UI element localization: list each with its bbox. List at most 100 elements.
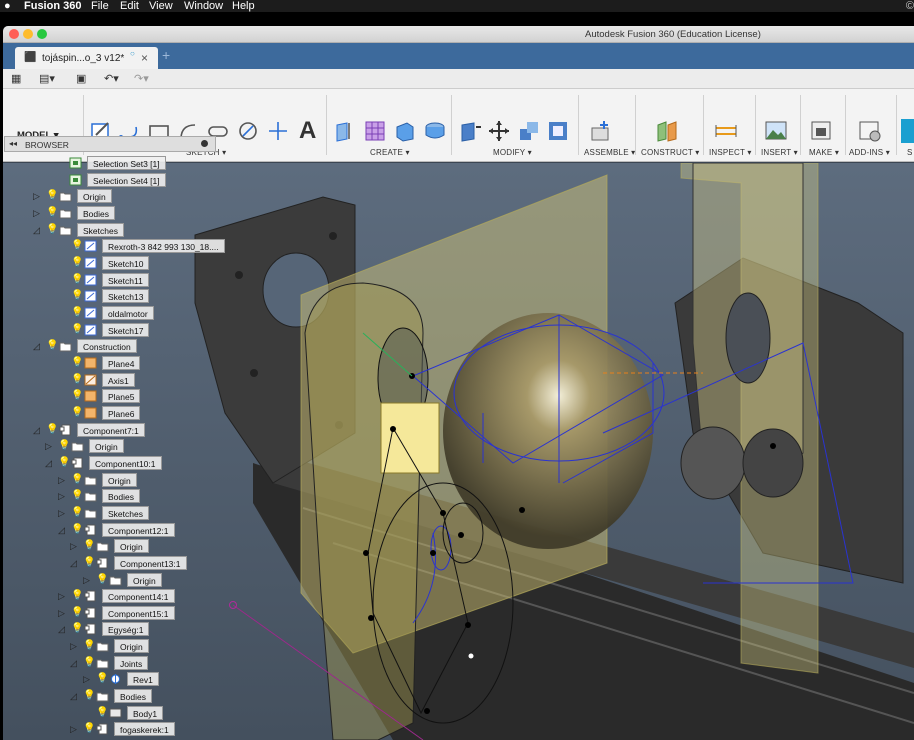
collapse-toggle-icon[interactable]: ◿ [70,657,80,669]
menu-file[interactable]: File [91,0,109,12]
inspect-group-label[interactable]: INSPECT ▾ [709,148,752,157]
circle-icon[interactable] [236,119,260,143]
visibility-bulb-icon[interactable]: 💡 [83,640,95,652]
pattern-icon[interactable] [363,119,387,143]
visibility-bulb-icon[interactable]: 💡 [71,307,83,319]
visibility-bulb-icon[interactable]: 💡 [71,390,83,402]
select-group-label[interactable]: S [907,148,913,157]
visibility-bulb-icon[interactable]: 💡 [46,207,58,219]
construct-group-label[interactable]: CONSTRUCT ▾ [641,148,700,157]
expand-toggle-icon[interactable]: ▷ [58,590,68,602]
browser-panel-header[interactable]: ◂◂ BROWSER [4,136,216,152]
visibility-bulb-icon[interactable]: 💡 [46,340,58,352]
tab-close-button[interactable]: × [141,51,148,65]
visibility-bulb-icon[interactable]: 💡 [71,290,83,302]
expand-toggle-icon[interactable]: ▷ [70,723,80,735]
menu-edit[interactable]: Edit [120,0,139,12]
make-group-label[interactable]: MAKE ▾ [809,148,839,157]
new-tab-button[interactable]: + [162,47,170,63]
menu-app[interactable]: Fusion 360 [24,0,81,12]
visibility-bulb-icon[interactable]: 💡 [83,690,95,702]
3d-print-icon[interactable] [809,119,833,143]
expand-toggle-icon[interactable]: ▷ [33,207,43,219]
insert-image-icon[interactable] [764,119,788,143]
visibility-bulb-icon[interactable]: 💡 [71,324,83,336]
expand-toggle-icon[interactable]: ▷ [58,474,68,486]
visibility-bulb-icon[interactable]: 💡 [58,457,70,469]
move-icon[interactable] [487,119,511,143]
collapse-toggle-icon[interactable]: ◿ [58,524,68,536]
modify-group-label[interactable]: MODIFY ▾ [493,148,532,157]
visibility-bulb-icon[interactable]: 💡 [71,590,83,602]
collapse-toggle-icon[interactable]: ◿ [70,557,80,569]
collapse-toggle-icon[interactable]: ◿ [33,224,43,236]
undo-icon[interactable]: ↶▾ [104,72,119,85]
collapse-toggle-icon[interactable]: ◿ [70,690,80,702]
visibility-bulb-icon[interactable]: 💡 [46,224,58,236]
visibility-bulb-icon[interactable]: 💡 [46,190,58,202]
scripts-icon[interactable] [858,119,882,143]
file-menu-icon[interactable]: ▤▾ [39,72,55,85]
visibility-bulb-icon[interactable]: 💡 [71,407,83,419]
expand-toggle-icon[interactable]: ▷ [45,440,55,452]
cylinder-icon[interactable] [423,119,447,143]
visibility-bulb-icon[interactable]: 💡 [96,673,108,685]
assemble-group-label[interactable]: ASSEMBLE ▾ [584,148,635,157]
expand-toggle-icon[interactable]: ▷ [58,490,68,502]
collapse-toggle-icon[interactable]: ◿ [45,457,55,469]
add-ins-group-label[interactable]: ADD-INS ▾ [849,148,890,157]
visibility-bulb-icon[interactable]: 💡 [83,540,95,552]
collapse-toggle-icon[interactable]: ◿ [58,623,68,635]
data-panel-grid-icon[interactable]: ▦ [11,72,21,85]
shell-icon[interactable] [546,119,570,143]
visibility-bulb-icon[interactable]: 💡 [71,374,83,386]
menu-window[interactable]: Window [184,0,223,12]
visibility-bulb-icon[interactable]: 💡 [58,440,70,452]
zoom-window-button[interactable] [37,29,47,39]
visibility-bulb-icon[interactable]: 💡 [83,557,95,569]
select-tool-button[interactable] [901,119,914,143]
visibility-bulb-icon[interactable]: 💡 [71,357,83,369]
collapse-browser-icon[interactable]: ◂◂ [9,139,17,148]
visibility-bulb-icon[interactable]: 💡 [71,524,83,536]
visibility-bulb-icon[interactable]: 💡 [96,707,108,719]
visibility-bulb-icon[interactable]: 💡 [71,490,83,502]
create-group-label[interactable]: CREATE ▾ [370,148,410,157]
menu-view[interactable]: View [149,0,173,12]
offset-plane-icon[interactable] [655,119,679,143]
expand-toggle-icon[interactable]: ▷ [70,540,80,552]
visibility-bulb-icon[interactable]: 💡 [83,657,95,669]
press-pull-icon[interactable] [458,119,482,143]
measure-icon[interactable] [714,119,738,143]
extrude-icon[interactable] [333,119,357,143]
document-tab[interactable]: ⬛ tojáspin...o_3 v12* ○ × [15,47,158,69]
text-tool-icon[interactable]: A [299,117,323,144]
apple-icon[interactable]: ● [4,0,11,12]
collapse-toggle-icon[interactable]: ◿ [33,340,43,352]
save-icon[interactable]: ▣ [76,72,86,85]
visibility-bulb-icon[interactable]: 💡 [71,623,83,635]
visibility-bulb-icon[interactable]: 💡 [71,507,83,519]
visibility-bulb-icon[interactable]: 💡 [83,723,95,735]
align-icon[interactable] [517,119,541,143]
sketch-point-selected[interactable] [468,653,474,659]
expand-toggle-icon[interactable]: ▷ [70,640,80,652]
visibility-bulb-icon[interactable]: 💡 [71,240,83,252]
visibility-bulb-icon[interactable]: 💡 [71,257,83,269]
visibility-bulb-icon[interactable]: 💡 [71,274,83,286]
box-icon[interactable] [393,119,417,143]
minimize-window-button[interactable] [23,29,33,39]
expand-toggle-icon[interactable]: ▷ [83,574,93,586]
close-window-button[interactable] [9,29,19,39]
insert-group-label[interactable]: INSERT ▾ [761,148,798,157]
visibility-bulb-icon[interactable]: 💡 [71,474,83,486]
collapse-toggle-icon[interactable]: ◿ [33,424,43,436]
new-component-icon[interactable] [589,119,613,143]
menu-help[interactable]: Help [232,0,255,12]
point-icon[interactable] [266,119,290,143]
browser-options-icon[interactable] [201,140,208,147]
expand-toggle-icon[interactable]: ▷ [83,673,93,685]
redo-icon[interactable]: ↷▾ [134,72,149,85]
expand-toggle-icon[interactable]: ▷ [58,507,68,519]
visibility-bulb-icon[interactable]: 💡 [46,424,58,436]
